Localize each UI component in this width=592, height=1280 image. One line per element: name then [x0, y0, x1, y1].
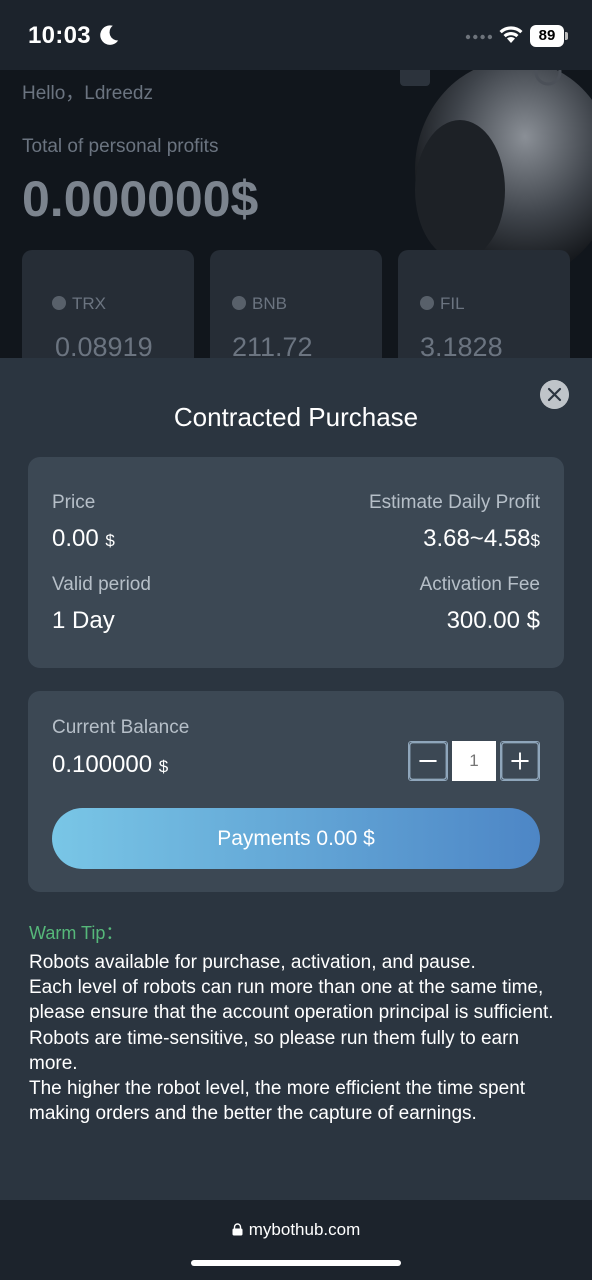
daily-profit-value: 3.68~4.58$: [423, 525, 540, 552]
lock-icon: [232, 1223, 243, 1236]
minus-icon[interactable]: [408, 741, 448, 781]
valid-period-label: Valid period: [52, 574, 151, 595]
price-label: Price: [52, 492, 96, 513]
wifi-icon: [499, 26, 523, 43]
url-display[interactable]: mybothub.com: [0, 1220, 592, 1240]
coin-card-fil[interactable]: FIL 3.1828: [398, 250, 570, 360]
signal-dots-icon: [465, 34, 493, 40]
balance-label: Current Balance: [52, 717, 190, 738]
tip-line: The higher the robot level, the more eff…: [29, 1078, 526, 1125]
battery-icon: 89: [530, 25, 568, 47]
plus-icon[interactable]: [500, 741, 540, 781]
coin-price: 0.08919: [55, 332, 153, 360]
bnb-icon: [232, 296, 246, 310]
profit-label: Total of personal profits: [22, 136, 219, 157]
balance-value: 0.100000 $: [52, 751, 169, 778]
profit-value: 0.000000$: [22, 171, 259, 227]
payment-button[interactable]: Payments 0.00 $: [52, 808, 540, 869]
status-time: 10:03: [28, 22, 91, 49]
status-bar: 10:03 89: [0, 0, 592, 70]
sheet-title: Contracted Purchase: [173, 402, 419, 432]
purchase-sheet: Contracted Purchase Price 0.00 $ Estimat…: [0, 358, 592, 1200]
valid-period-value: 1 Day: [52, 607, 115, 634]
daily-profit-label: Estimate Daily Profit: [368, 492, 540, 513]
coin-name: FIL: [420, 294, 465, 314]
warm-tip-text: Robots available for purchase, activatio…: [29, 950, 564, 1126]
moon-icon: [100, 25, 119, 45]
greeting-text: Hello，Ldreedz: [22, 83, 153, 104]
background-page: Hello，Ldreedz Total of personal profits …: [0, 70, 592, 360]
fil-icon: [420, 296, 434, 310]
quantity-stepper: [408, 741, 540, 781]
activation-fee-value: 300.00 $: [446, 607, 540, 634]
contract-info-card: Price 0.00 $ Estimate Daily Profit 3.68~…: [28, 457, 564, 668]
activation-fee-label: Activation Fee: [419, 574, 540, 595]
tip-line: Each level of robots can run more than o…: [29, 977, 554, 1024]
coin-card-trx[interactable]: TRX 0.08919: [22, 250, 194, 360]
coin-card-bnb[interactable]: BNB 211.72: [210, 250, 382, 360]
balance-card: Current Balance 0.100000 $ Payments 0.00…: [28, 691, 564, 892]
trx-icon: [52, 296, 66, 310]
price-value: 0.00 $: [52, 525, 115, 552]
warm-tip-title: Warm Tip：: [29, 923, 124, 943]
home-indicator[interactable]: [191, 1260, 401, 1266]
battery-level: 89: [530, 25, 564, 47]
coin-name: TRX: [52, 294, 106, 314]
notification-icon[interactable]: [400, 70, 430, 86]
tip-line: Robots are time-sensitive, so please run…: [29, 1027, 520, 1074]
coin-price: 3.1828: [420, 332, 503, 360]
browser-address-bar: mybothub.com: [0, 1200, 592, 1280]
url-text: mybothub.com: [248, 1220, 361, 1239]
tip-line: Robots available for purchase, activatio…: [29, 952, 476, 973]
coin-name: BNB: [232, 294, 287, 314]
quantity-input[interactable]: [452, 741, 496, 781]
coin-price: 211.72: [232, 332, 313, 360]
